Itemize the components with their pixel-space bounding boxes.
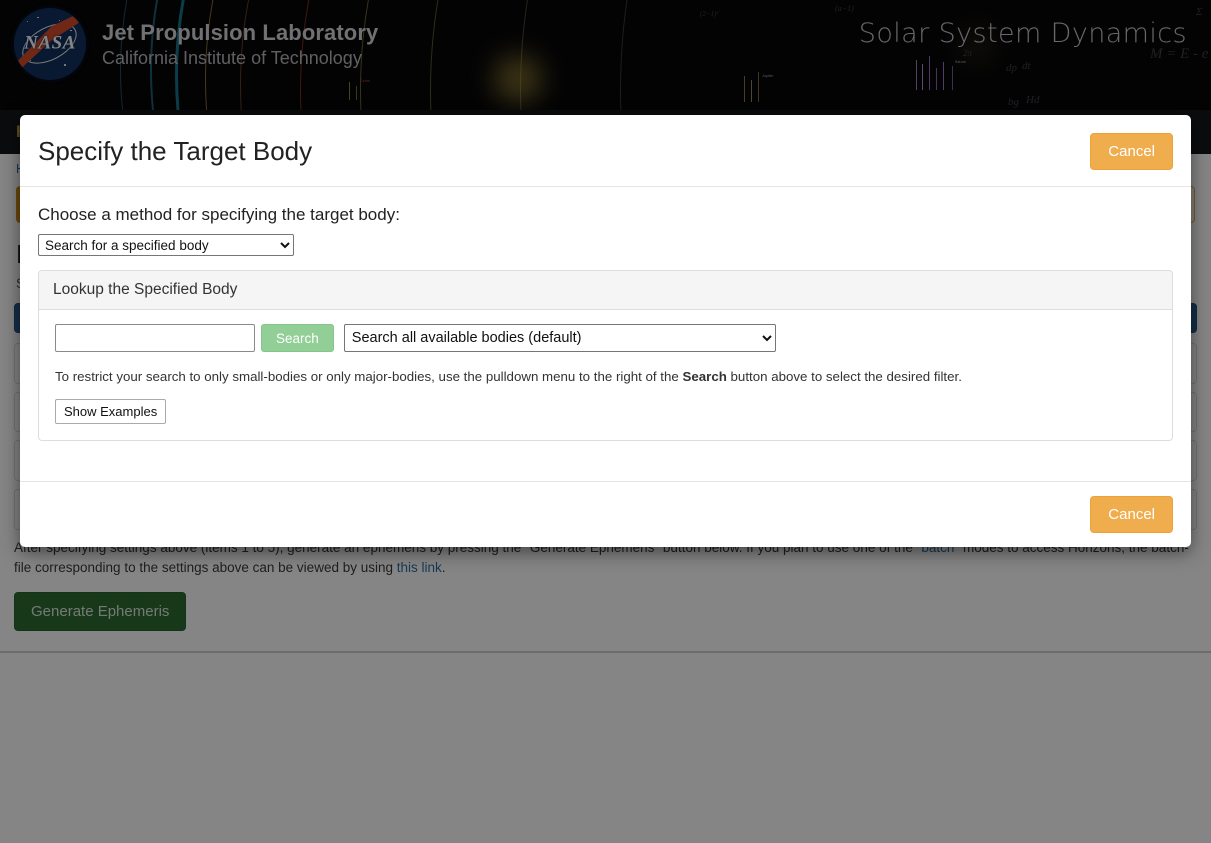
modal-title: Specify the Target Body	[38, 136, 313, 166]
hint-part1: To restrict your search to only small-bo…	[55, 369, 683, 384]
cancel-button-bottom[interactable]: Cancel	[1090, 496, 1173, 533]
search-hint: To restrict your search to only small-bo…	[55, 367, 1156, 386]
modal-body: Choose a method for specifying the targe…	[20, 187, 1191, 481]
specify-target-body-modal: Specify the Target Body Cancel Choose a …	[20, 115, 1191, 547]
method-select[interactable]: Search for a specified body Enter an ID …	[38, 234, 294, 256]
lookup-panel: Lookup the Specified Body Search Search …	[38, 270, 1173, 442]
hint-part2: button above to select the desired filte…	[726, 369, 962, 384]
show-examples-button[interactable]: Show Examples	[55, 399, 167, 425]
lookup-panel-title: Lookup the Specified Body	[39, 271, 1172, 310]
cancel-button-top[interactable]: Cancel	[1090, 133, 1173, 170]
hint-bold-search: Search	[682, 369, 727, 384]
search-button[interactable]: Search	[261, 324, 334, 352]
modal-header: Specify the Target Body Cancel	[20, 115, 1191, 187]
modal-footer: Cancel	[20, 481, 1191, 547]
search-input[interactable]	[55, 324, 255, 352]
search-scope-select[interactable]: Search all available bodies (default) Se…	[343, 324, 776, 352]
lookup-panel-body: Search Search all available bodies (defa…	[39, 310, 1172, 440]
search-row: Search Search all available bodies (defa…	[55, 324, 1156, 352]
method-label: Choose a method for specifying the targe…	[38, 205, 400, 224]
